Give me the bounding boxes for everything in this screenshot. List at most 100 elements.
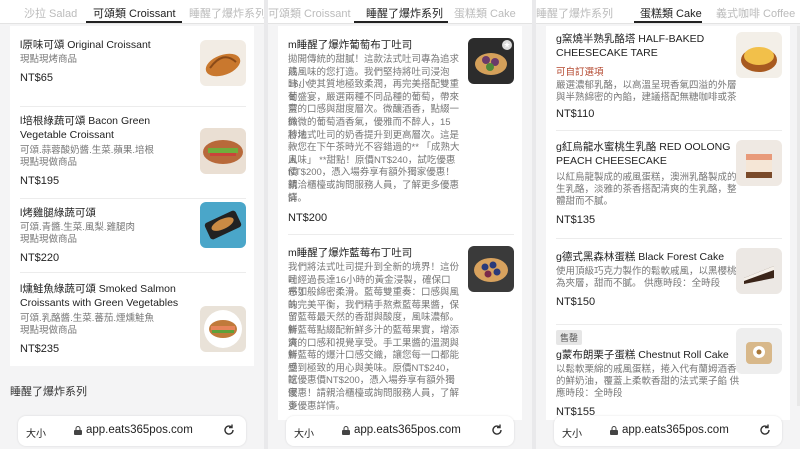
tab-wake-up-series[interactable]: 睡醒了爆炸系列 xyxy=(366,5,443,21)
item-desc: 現點現烤商品 xyxy=(20,54,78,65)
menu-item[interactable]: l烤雞腿綠蔬可頌 可頌.青醬.生菜.風梨.雞腿肉 現點現做商品 NT$220 xyxy=(10,198,254,270)
text-size-button[interactable]: 大小 xyxy=(562,425,582,440)
divider xyxy=(556,238,782,239)
item-title: l原味可頌 Original Croissant xyxy=(20,39,151,51)
item-price: NT$195 xyxy=(20,175,60,187)
item-price: NT$200 xyxy=(288,212,328,224)
item-desc: 可頌.蒜蓉酸奶醬.生菜.蘋果.培根 xyxy=(20,145,155,156)
section-title: 睡醒了爆炸系列 xyxy=(10,386,87,398)
category-tabs: 可頌類 Croissant 睡醒了爆炸系列 蛋糕類 Cake xyxy=(268,0,532,24)
menu-item[interactable]: m睡醒了爆炸藍莓布丁吐司 我們將法式吐司提升到全新的境界！這份吐 司經過長達16小… xyxy=(278,238,522,428)
url-text[interactable]: app.eats365pos.com xyxy=(622,424,729,436)
text-size-button[interactable]: 大小 xyxy=(26,425,46,440)
item-title: g窯燒半熟乳酪塔 HALF-BAKED xyxy=(556,33,705,45)
item-desc: 現點現做商品 xyxy=(20,234,78,245)
browser-url-bar[interactable]: 大小 app.eats365pos.com xyxy=(554,416,782,446)
menu-panel-cake: 睡醒了爆炸系列 蛋糕類 Cake 義式咖啡 Coffee g窯燒半熟乳酪塔 HA… xyxy=(536,0,800,449)
item-desc-line: 多優惠詳情。 xyxy=(288,400,346,412)
item-desc: 嚴選濃郁乳酪，以高溫呈現香氣四溢的外層 xyxy=(556,80,737,91)
reload-icon[interactable] xyxy=(490,423,504,437)
item-desc: 現點現做商品 xyxy=(20,157,78,168)
item-desc: 可頌.乳酪醬.生菜.蕃茄.煙燻鮭魚 xyxy=(20,313,155,324)
customizable-tag: 可自訂選項 xyxy=(556,67,604,78)
tab-croissant[interactable]: 可頌類 Croissant xyxy=(268,5,351,21)
menu-item[interactable]: l燻鮭魚綠蔬可頌 Smoked Salmon Croissants with G… xyxy=(10,272,254,366)
url-text[interactable]: app.eats365pos.com xyxy=(354,424,461,436)
item-desc-line: 情。 xyxy=(288,192,308,204)
menu-panel-croissant: 沙拉 Salad 可頌類 Croissant 睡醒了爆炸系列 l原味可頌 Ori… xyxy=(0,0,264,449)
category-tabs: 睡醒了爆炸系列 蛋糕類 Cake 義式咖啡 Coffee xyxy=(536,0,800,24)
bacon-croissant-photo xyxy=(200,128,246,174)
item-price: NT$220 xyxy=(20,252,60,264)
item-desc: 現點現做商品 xyxy=(20,325,78,336)
tab-cake[interactable]: 蛋糕類 Cake xyxy=(454,5,516,21)
menu-item[interactable]: g窯燒半熟乳酪塔 HALF-BAKED CHEESECAKE TARE 可自訂選… xyxy=(546,26,790,126)
item-title: l培根綠蔬可頌 Bacon Green xyxy=(20,115,151,127)
divider xyxy=(556,324,782,325)
item-desc: 為夾層，甜而不膩。 供應時段：全時段 xyxy=(556,278,721,289)
tab-croissant[interactable]: 可頌類 Croissant xyxy=(93,5,176,21)
sold-out-badge: 售罄 xyxy=(556,330,583,345)
item-title: l燻鮭魚綠蔬可頌 Smoked Salmon xyxy=(20,283,176,295)
chestnut-roll-photo xyxy=(736,328,782,374)
blueberry-toast-photo xyxy=(468,246,514,292)
item-price: NT$235 xyxy=(20,343,60,355)
menu-item[interactable]: 售罄 g蒙布朗栗子蛋糕 Chestnut Roll Cake 以鬆軟栗綿的戚風蛋… xyxy=(546,326,790,420)
salmon-croissant-photo xyxy=(200,306,246,352)
text-size-button[interactable]: 大小 xyxy=(294,425,314,440)
item-price: NT$150 xyxy=(556,296,596,308)
item-title-line2: PEACH CHEESECAKE xyxy=(556,155,667,167)
tab-wake-up-series[interactable]: 睡醒了爆炸系列 xyxy=(536,5,613,21)
active-tab-indicator xyxy=(86,21,182,23)
divider xyxy=(288,234,514,235)
item-desc: 應時段：全時段 xyxy=(556,388,623,399)
item-desc: 體甜而不膩。 xyxy=(556,196,614,207)
divider xyxy=(556,130,782,131)
item-title-line2: Vegetable Croissant xyxy=(20,129,114,141)
peach-cheesecake-photo xyxy=(736,140,782,186)
menu-list: m睡醒了爆炸葡萄布丁吐司 拋開傳統的甜膩！這款法式吐司專為追求成 熟風味的您打造。… xyxy=(278,26,522,420)
menu-item[interactable]: g德式黑森林蛋糕 Black Forest Cake 使用頂級巧克力製作的鬆軟戚… xyxy=(546,240,790,320)
croissant-photo xyxy=(200,40,246,86)
reload-icon[interactable] xyxy=(222,423,236,437)
cheese-tart-photo xyxy=(736,32,782,78)
item-desc: 可頌.青醬.生菜.風梨.雞腿肉 xyxy=(20,222,136,233)
tab-coffee[interactable]: 義式咖啡 Coffee xyxy=(716,5,795,21)
item-title-line2: CHEESECAKE TARE xyxy=(556,47,658,59)
browser-url-bar[interactable]: 大小 app.eats365pos.com xyxy=(18,416,246,446)
category-tabs: 沙拉 Salad 可頌類 Croissant 睡醒了爆炸系列 xyxy=(0,0,264,24)
menu-item[interactable]: l培根綠蔬可頌 Bacon Green Vegetable Croissant … xyxy=(10,106,254,192)
item-price: NT$110 xyxy=(556,108,595,120)
reload-icon[interactable] xyxy=(758,423,772,437)
black-forest-photo xyxy=(736,248,782,294)
lock-icon xyxy=(74,426,82,435)
item-title: g蒙布朗栗子蛋糕 Chestnut Roll Cake xyxy=(556,349,729,361)
menu-list: l原味可頌 Original Croissant 現點現烤商品 NT$65 l培… xyxy=(10,26,254,366)
menu-item[interactable]: l原味可頌 Original Croissant 現點現烤商品 NT$65 xyxy=(10,26,254,104)
lock-icon xyxy=(610,426,618,435)
active-tab-indicator xyxy=(634,21,702,23)
item-desc: 以鬆軟栗綿的戚風蛋糕，捲入代有蘭姆酒香 xyxy=(556,364,737,375)
item-price: NT$135 xyxy=(556,214,596,226)
tab-cake[interactable]: 蛋糕類 Cake xyxy=(640,5,702,21)
item-title: m睡醒了爆炸葡萄布丁吐司 xyxy=(288,39,413,51)
item-desc: 生乳酪，淡雅的茶香搭配清爽的生乳酪，整 xyxy=(556,184,737,195)
item-desc: 使用頂級巧克力製作的鬆軟戚風，以黑櫻桃 xyxy=(556,266,737,277)
tab-salad[interactable]: 沙拉 Salad xyxy=(24,5,77,21)
chicken-croissant-photo xyxy=(200,202,246,248)
tab-wake-up-series[interactable]: 睡醒了爆炸系列 xyxy=(189,5,264,21)
menu-item[interactable]: m睡醒了爆炸葡萄布丁吐司 拋開傳統的甜膩！這款法式吐司專為追求成 熟風味的您打造。… xyxy=(278,26,522,234)
item-desc: 與半熟綿密的內餡，建議搭配無糖咖啡或茶 xyxy=(556,92,737,103)
menu-panel-wake-up-series: 可頌類 Croissant 睡醒了爆炸系列 蛋糕類 Cake m睡醒了爆炸葡萄布… xyxy=(268,0,532,449)
item-title-line2: Croissants with Green Vegetables xyxy=(20,297,179,309)
menu-list: g窯燒半熟乳酪塔 HALF-BAKED CHEESECAKE TARE 可自訂選… xyxy=(546,26,790,420)
item-price: NT$65 xyxy=(20,72,54,84)
browser-url-bar[interactable]: 大小 app.eats365pos.com xyxy=(286,416,514,446)
item-title: g紅烏龍水蜜桃生乳酪 RED OOLONG xyxy=(556,141,731,153)
item-title: l烤雞腿綠蔬可頌 xyxy=(20,207,96,219)
item-title: m睡醒了爆炸藍莓布丁吐司 xyxy=(288,247,413,259)
item-desc: 以紅烏龍製成的戚風蛋糕，澳洲乳酪製成的 xyxy=(556,172,737,183)
menu-item[interactable]: g紅烏龍水蜜桃生乳酪 RED OOLONG PEACH CHEESECAKE 以… xyxy=(546,132,790,228)
url-text[interactable]: app.eats365pos.com xyxy=(86,424,193,436)
active-tab-indicator xyxy=(354,21,448,23)
